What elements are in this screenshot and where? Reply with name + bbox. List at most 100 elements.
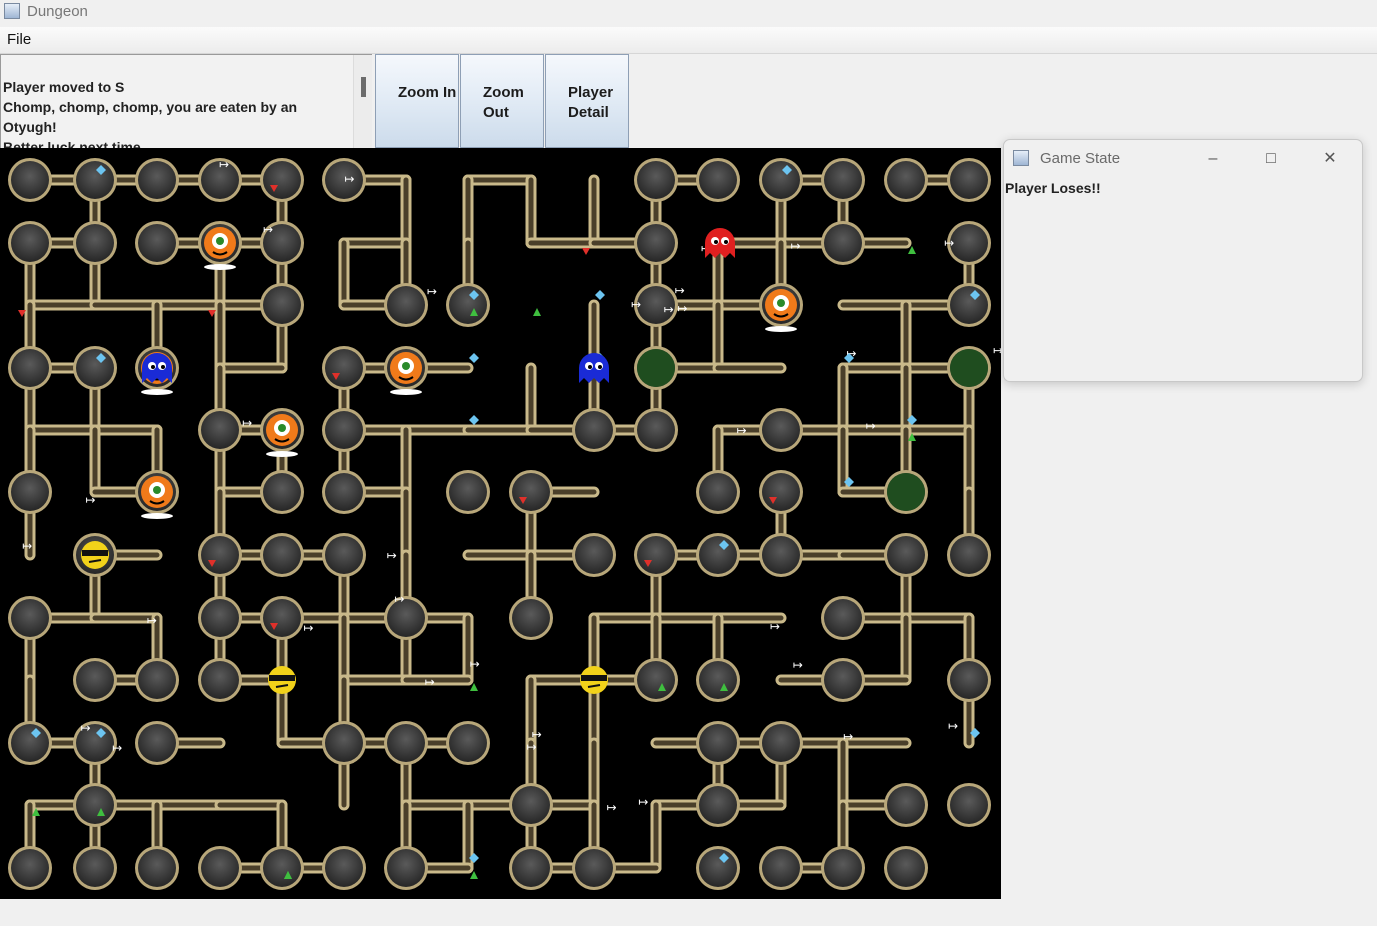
cave (76, 786, 114, 824)
cave (201, 849, 239, 887)
cave (699, 161, 737, 199)
minimize-icon[interactable]: – (1190, 144, 1236, 174)
cave (11, 349, 49, 387)
zoom-out-button[interactable]: Zoom Out (460, 54, 544, 148)
pit-icon (637, 349, 675, 387)
cave (325, 849, 363, 887)
sapphire-icon (469, 353, 479, 363)
cave (325, 473, 363, 511)
arrow-icon: ↦ (948, 719, 958, 733)
arrow-icon: ↦ (81, 721, 91, 735)
window-title: Dungeon (27, 3, 88, 20)
cave (325, 536, 363, 574)
zoom-in-button[interactable]: Zoom In (375, 54, 459, 148)
arrow-icon: ↦ (631, 298, 641, 312)
cave (699, 473, 737, 511)
cave (762, 411, 800, 449)
arrow-icon: ↦ (263, 222, 273, 236)
ruby-icon (582, 248, 590, 255)
cave (512, 849, 550, 887)
arrow-icon: ↦ (677, 302, 687, 316)
log-line: Better luck next time (3, 139, 141, 148)
arrow-icon: ↦ (527, 740, 537, 754)
cave (138, 661, 176, 699)
cave (76, 349, 114, 387)
game-result-message: Player Loses!! (1005, 180, 1101, 196)
cave (201, 599, 239, 637)
cave (699, 786, 737, 824)
cave (575, 849, 613, 887)
arrow-icon: ↦ (993, 344, 1001, 358)
cave (387, 849, 425, 887)
arrow-icon: ↦ (425, 675, 435, 689)
cave (138, 724, 176, 762)
sapphire-icon (595, 290, 605, 300)
player-detail-button[interactable]: Player Detail (545, 54, 629, 148)
cave (138, 224, 176, 262)
cave (76, 224, 114, 262)
log-scrollbar[interactable] (353, 55, 372, 148)
cave (887, 161, 925, 199)
cave (201, 411, 239, 449)
diamond-icon (533, 308, 541, 316)
dialog-title: Game State (1040, 150, 1121, 167)
arrow-icon: ↦ (427, 285, 437, 299)
cave (201, 661, 239, 699)
arrow-icon: ↦ (304, 621, 314, 635)
cave (263, 473, 301, 511)
cave (325, 349, 363, 387)
cave (762, 473, 800, 511)
dungeon-map-canvas: ↦↦↦↦↦↦↦↦↦↦↦↦↦↦↦↦↦↦↦↦↦↦↦↦↦↦↦↦↦↦↦↦↦↦ (8, 158, 1001, 890)
cave (325, 411, 363, 449)
cave (512, 599, 550, 637)
arrow-icon: ↦ (112, 741, 122, 755)
cave (575, 411, 613, 449)
cave (11, 161, 49, 199)
arrow-icon: ↦ (791, 239, 801, 253)
cave (11, 849, 49, 887)
cave (637, 536, 675, 574)
cave (11, 599, 49, 637)
dungeon-map[interactable]: ↦↦↦↦↦↦↦↦↦↦↦↦↦↦↦↦↦↦↦↦↦↦↦↦↦↦↦↦↦↦↦↦↦↦ (0, 148, 1001, 899)
cave (824, 599, 862, 637)
cave (699, 536, 737, 574)
cave (950, 661, 988, 699)
cave (76, 661, 114, 699)
cave (512, 786, 550, 824)
thief-icon (580, 666, 608, 694)
maximize-icon[interactable]: □ (1248, 144, 1294, 174)
cave (387, 286, 425, 324)
cave (824, 161, 862, 199)
java-cup-icon (1013, 150, 1029, 166)
zoom-out-label: Zoom Out (483, 84, 524, 121)
cave (637, 661, 675, 699)
cave (575, 536, 613, 574)
cave (387, 599, 425, 637)
log-scroll-thumb[interactable] (361, 77, 366, 97)
player-detail-label: Player Detail (568, 84, 614, 121)
cave (449, 473, 487, 511)
window-titlebar: Dungeon (0, 0, 1377, 26)
cave (76, 849, 114, 887)
java-cup-icon (4, 3, 20, 19)
menu-file[interactable]: File (7, 31, 31, 48)
game-log[interactable]: Player moved to S Chomp, chomp, chomp, y… (0, 54, 372, 148)
game-state-dialog: Game State – □ ✕ Player Loses!! (1003, 139, 1363, 382)
cave (824, 661, 862, 699)
cave (950, 161, 988, 199)
cave (637, 411, 675, 449)
arrow-icon: ↦ (219, 158, 229, 172)
cave (637, 224, 675, 262)
arrow-icon: ↦ (607, 801, 617, 815)
arrow-icon: ↦ (737, 424, 747, 438)
arrow-icon: ↦ (395, 592, 405, 606)
close-icon[interactable]: ✕ (1307, 144, 1353, 174)
thief-icon (81, 541, 109, 569)
cave (824, 849, 862, 887)
log-text: Player moved to S Chomp, chomp, chomp, y… (3, 77, 343, 148)
cave (263, 536, 301, 574)
arrow-icon: ↦ (866, 419, 876, 433)
cave (263, 161, 301, 199)
arrow-icon: ↦ (770, 620, 780, 634)
arrow-icon: ↦ (638, 795, 648, 809)
